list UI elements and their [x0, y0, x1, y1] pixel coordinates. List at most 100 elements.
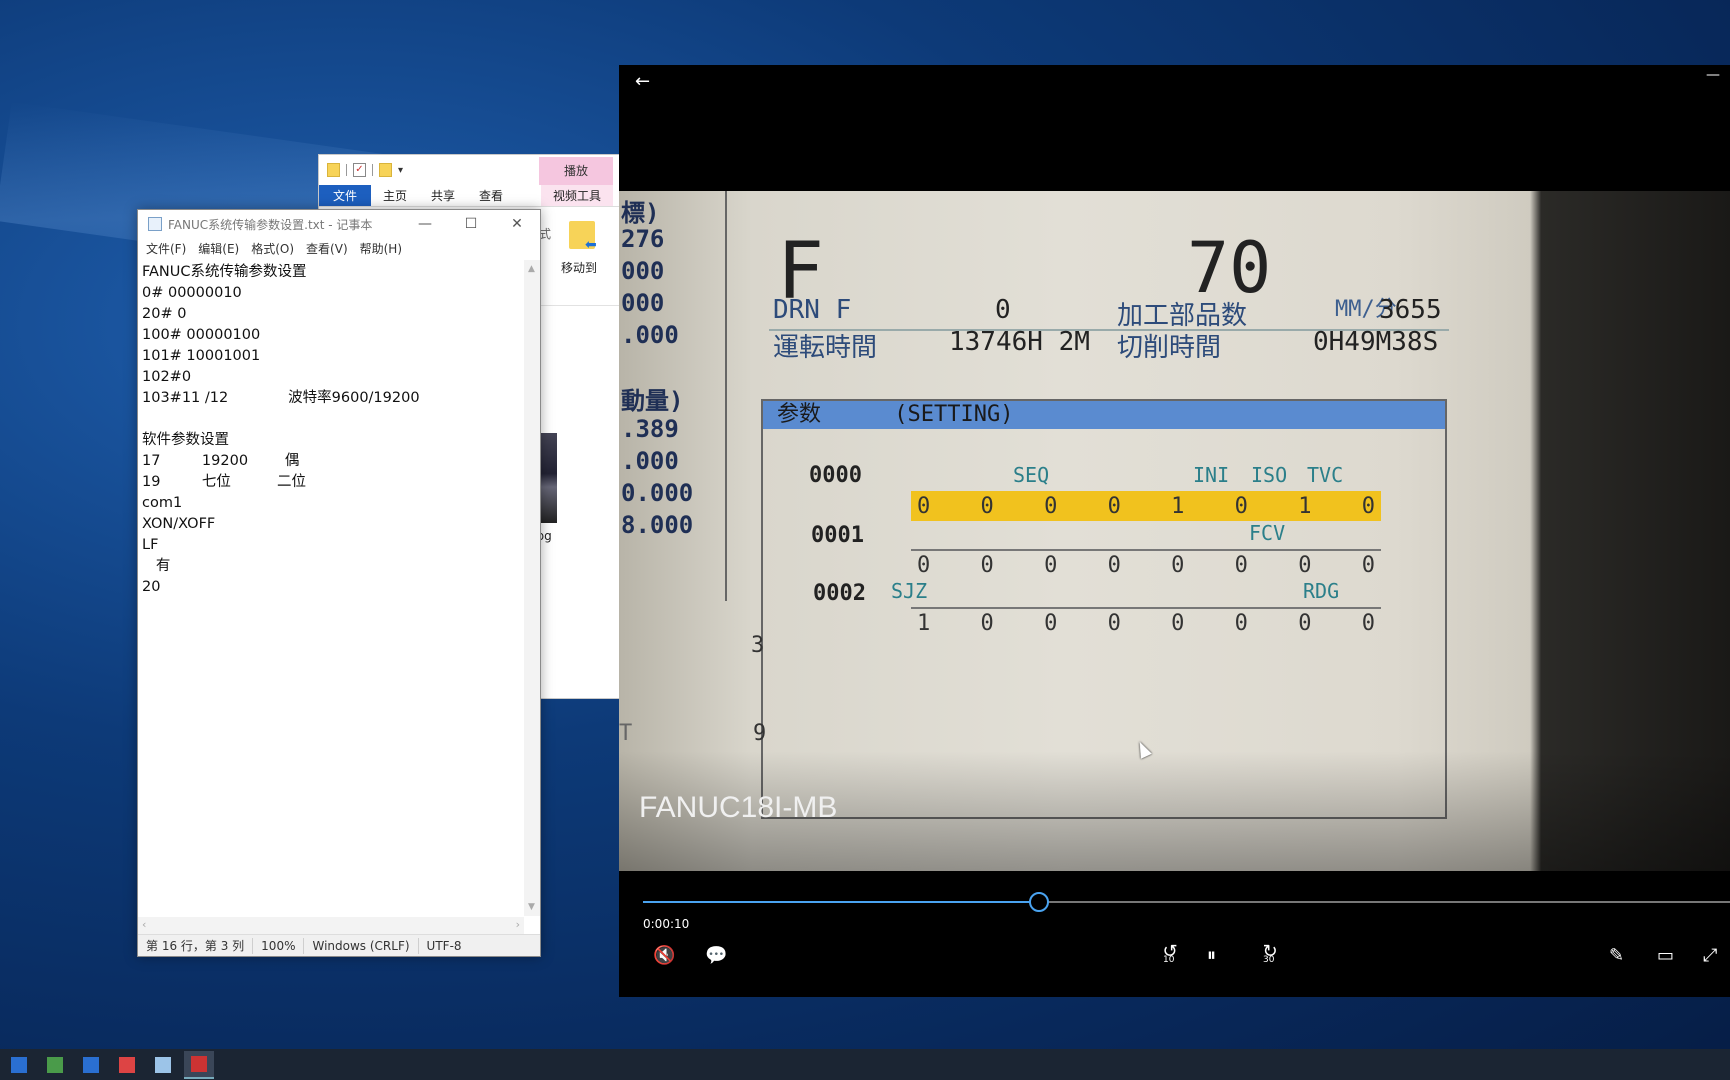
text-line	[142, 409, 522, 430]
text-line: FANUC系统传输参数设置	[142, 264, 307, 280]
move-arrow-icon: ⬅	[585, 237, 597, 253]
cut-time-value: 0H49M38S	[1313, 327, 1439, 357]
new-folder-icon[interactable]	[379, 163, 392, 177]
param-bit-label: ISO	[1251, 463, 1288, 487]
window-title: FANUC系统传输参数设置.txt - 记事本	[168, 217, 373, 232]
param-bit-label: INI	[1193, 463, 1230, 487]
seek-bar[interactable]	[643, 892, 1730, 912]
menu-edit[interactable]: 编辑(E)	[198, 240, 239, 257]
param-bit-label: RDG	[1303, 579, 1340, 603]
vertical-scrollbar[interactable]: ▲ ▼	[524, 260, 540, 916]
text-line: 19 七位 二位	[142, 474, 307, 490]
pen-icon[interactable]: ✎	[1609, 945, 1624, 966]
notepad-app-icon[interactable]	[148, 1051, 178, 1079]
cnc-text: .000	[621, 321, 679, 349]
menu-format[interactable]: 格式(O)	[251, 240, 294, 257]
scroll-down-icon[interactable]: ▼	[528, 902, 535, 912]
text-line: 20# 0	[142, 306, 187, 322]
tab-file[interactable]: 文件	[319, 185, 372, 206]
scroll-up-icon[interactable]: ▲	[528, 264, 535, 274]
menu-file[interactable]: 文件(F)	[146, 240, 186, 257]
fullscreen-icon[interactable]: ⤢	[1703, 945, 1717, 966]
pause-icon[interactable]: ⏸	[1207, 945, 1216, 966]
drn-value: 0	[995, 295, 1011, 325]
parameter-title: 参数	[777, 402, 822, 427]
mute-icon[interactable]: 🔇	[653, 945, 675, 966]
image-app-icon[interactable]	[40, 1051, 70, 1079]
cut-time-label: 切削時間	[1117, 333, 1222, 363]
notepad-text-area[interactable]: FANUC系统传输参数设置 0# 00000010 20# 0 100# 000…	[140, 260, 524, 916]
properties-icon[interactable]: ✓	[353, 163, 366, 177]
tab-home[interactable]: 主页	[371, 185, 419, 206]
playback-time: 0:00:10	[643, 917, 690, 931]
close-button[interactable]: ✕	[494, 210, 540, 238]
minimize-icon[interactable]: —	[1706, 67, 1720, 83]
cnc-text: 000	[621, 257, 665, 285]
tab-play[interactable]: 播放	[539, 157, 613, 185]
text-line: 101# 10001001	[142, 348, 261, 364]
document-app-icon[interactable]	[112, 1051, 142, 1079]
notepad-menubar: 文件(F) 编辑(E) 格式(O) 查看(V) 帮助(H)	[138, 238, 540, 258]
scroll-right-icon[interactable]: ›	[516, 918, 520, 931]
param-bits-row: 0 0 0 0 0 0 0 0	[911, 549, 1381, 579]
param-number: 0001	[811, 523, 864, 548]
bit-value: 0	[1044, 610, 1058, 636]
folder-icon[interactable]	[327, 163, 340, 177]
tab-share[interactable]: 共享	[419, 185, 467, 206]
notepad-icon	[148, 217, 162, 231]
bit-value: 0	[980, 610, 994, 636]
tab-view[interactable]: 查看	[467, 185, 515, 206]
run-time-value: 13746H 2M	[949, 327, 1090, 357]
minimize-button[interactable]: —	[402, 210, 448, 238]
notepad-window[interactable]: FANUC系统传输参数设置.txt - 记事本 — ☐ ✕ 文件(F) 编辑(E…	[137, 209, 541, 957]
bit-value: 0	[1234, 552, 1248, 578]
seek-thumb[interactable]	[1028, 892, 1049, 912]
text-line: 17 19200 偶	[142, 453, 300, 469]
bit-value: 1	[1298, 493, 1312, 519]
notepad-titlebar[interactable]: FANUC系统传输参数设置.txt - 记事本 — ☐ ✕	[138, 210, 540, 238]
mini-view-icon[interactable]: ▭	[1657, 945, 1674, 966]
menu-view[interactable]: 查看(V)	[306, 240, 348, 257]
param-number: 0002	[813, 581, 866, 606]
cnc-text: 0.000	[621, 479, 694, 507]
mail-app-icon[interactable]	[4, 1051, 34, 1079]
bit-value: 0	[1044, 493, 1058, 519]
bit-value: 0	[917, 493, 931, 519]
cnc-text: 標)	[621, 199, 660, 227]
cnc-text: .000	[621, 447, 679, 475]
text-line: LF	[142, 537, 159, 553]
video-app-icon[interactable]	[184, 1050, 214, 1079]
bit-value: 0	[1361, 610, 1375, 636]
text-line: com1	[142, 495, 183, 511]
separator	[372, 164, 373, 176]
status-line-ending: Windows (CRLF)	[304, 937, 419, 954]
menu-help[interactable]: 帮助(H)	[360, 240, 402, 257]
bit-value: 0	[980, 552, 994, 578]
subtitles-icon[interactable]: 💬	[705, 945, 727, 966]
rewind-10-button[interactable]: ↺ 10	[1155, 941, 1185, 965]
dropdown-icon[interactable]: ▾	[398, 165, 403, 176]
param-number: 0000	[809, 463, 862, 488]
param-bits-row: 1 0 0 0 0 0 0 0	[911, 607, 1381, 637]
maximize-button[interactable]: ☐	[448, 210, 494, 238]
horizontal-scrollbar[interactable]: ‹ ›	[138, 917, 524, 934]
bit-value: 0	[1107, 552, 1121, 578]
cnc-text: 276	[621, 225, 665, 253]
bit-value: 0	[1107, 610, 1121, 636]
video-frame[interactable]: 標) 276 000 000 .000 動量) .389 .000 0.000 …	[619, 191, 1730, 871]
cnc-left-panel: 標) 276 000 000 .000 動量) .389 .000 0.000 …	[619, 191, 727, 601]
bit-value: 0	[1234, 610, 1248, 636]
parameter-header: 参数 (SETTING)	[763, 401, 1445, 429]
move-to-button[interactable]: 移动到	[561, 259, 597, 276]
scroll-left-icon[interactable]: ‹	[142, 918, 146, 931]
mail-app-2-icon[interactable]	[76, 1051, 106, 1079]
bit-value: 0	[1171, 610, 1185, 636]
side-letter: T	[619, 721, 633, 746]
tab-video-tools[interactable]: 视频工具	[540, 185, 613, 206]
video-player-window[interactable]: ← — 標) 276 000 000 .000 動量) .389 .000 0.…	[619, 65, 1730, 997]
forward-30-button[interactable]: ↻ 30	[1255, 941, 1285, 965]
back-arrow-icon[interactable]: ←	[635, 71, 650, 92]
notepad-statusbar: 第 16 行，第 3 列 100% Windows (CRLF) UTF-8	[138, 934, 540, 956]
taskbar	[0, 1049, 1730, 1080]
status-position: 第 16 行，第 3 列	[138, 937, 254, 954]
